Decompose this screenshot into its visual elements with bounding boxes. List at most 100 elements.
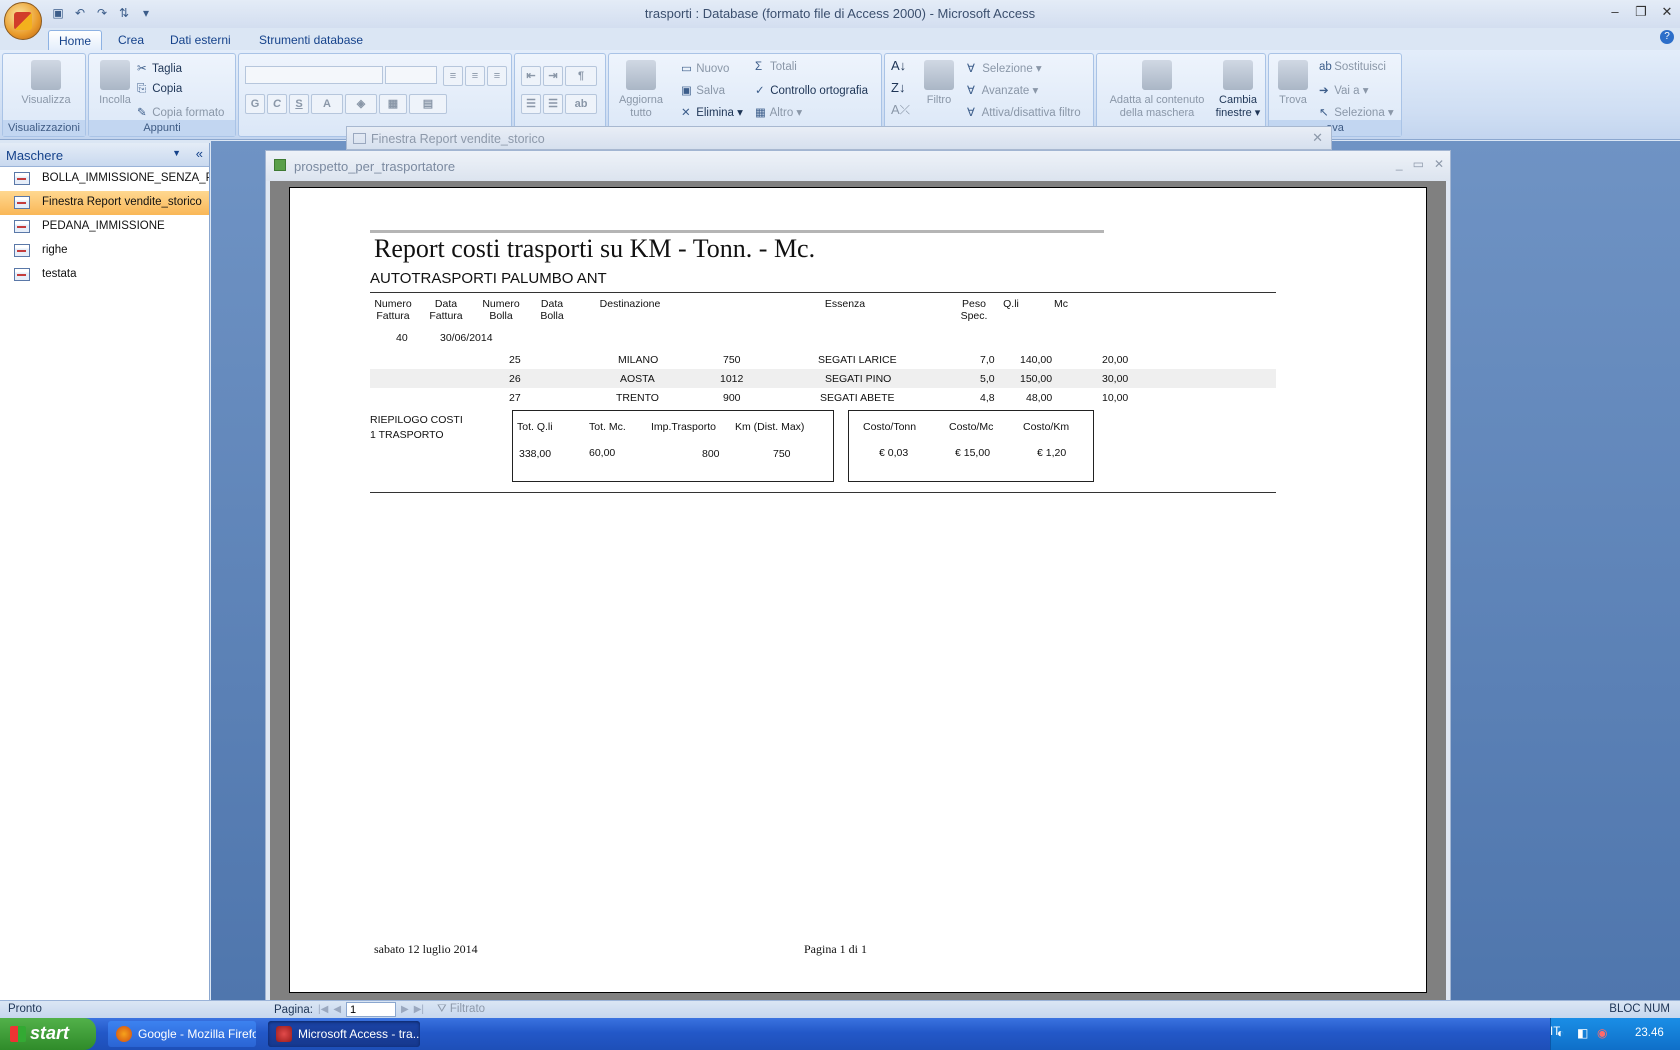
selezione-button[interactable]: ∀ Selezione ▾ bbox=[967, 61, 1042, 75]
first-page-icon[interactable]: |◀ bbox=[318, 1004, 328, 1015]
align-left-icon[interactable]: ≡ bbox=[443, 66, 463, 86]
filtro-button[interactable]: Filtro bbox=[919, 60, 959, 107]
page-number-input[interactable] bbox=[346, 1002, 397, 1017]
fit-form-icon bbox=[1142, 60, 1172, 90]
avanzate-button[interactable]: ∀ Avanzate ▾ bbox=[967, 83, 1038, 97]
clear-sort-icon[interactable]: A⤫ bbox=[891, 102, 910, 118]
alternate-color-icon[interactable]: ▤ bbox=[409, 94, 447, 114]
copy-icon: ⎘ bbox=[137, 83, 147, 95]
minimize-button[interactable]: – bbox=[1602, 0, 1628, 24]
nav-item-pedana-immissione[interactable]: PEDANA_IMMISSIONE bbox=[0, 215, 209, 239]
filter-status[interactable]: ⛛ Filtrato bbox=[437, 1003, 485, 1016]
collapse-pane-icon[interactable]: « bbox=[196, 146, 203, 161]
background-form-window[interactable]: Finestra Report vendite_storico ✕ bbox=[346, 126, 1332, 150]
close-icon[interactable]: ✕ bbox=[1312, 130, 1323, 146]
replace-icon: ab bbox=[1319, 61, 1332, 73]
group-label: Visualizzazioni bbox=[3, 120, 85, 136]
navigation-pane: Maschere ▼ « BOLLA_IMMISSIONE_SENZA_P...… bbox=[0, 143, 210, 1000]
elimina-button[interactable]: ✕ Elimina ▾ bbox=[681, 105, 743, 119]
tab-home[interactable]: Home bbox=[48, 30, 103, 50]
increase-indent-icon[interactable]: ⇥ bbox=[543, 66, 563, 86]
window-title: Finestra Report vendite_storico bbox=[371, 132, 545, 146]
vai-a-button[interactable]: ➔ Vai a ▾ bbox=[1319, 83, 1369, 97]
sostituisci-button[interactable]: ab Sostituisci bbox=[1319, 61, 1386, 73]
visualizza-button[interactable]: Visualizza bbox=[15, 60, 77, 107]
totals-box: Tot. Q.li Tot. Mc. Imp.Trasporto Km (Dis… bbox=[512, 410, 834, 482]
close-button[interactable]: ✕ bbox=[1654, 0, 1680, 24]
align-right-icon[interactable]: ≡ bbox=[487, 66, 507, 86]
highlight-icon[interactable]: ab bbox=[565, 94, 597, 114]
last-page-icon[interactable]: ▶| bbox=[414, 1004, 424, 1015]
prev-page-icon[interactable]: ◀ bbox=[333, 1004, 341, 1015]
chevron-down-icon[interactable]: ▼ bbox=[172, 148, 181, 158]
seleziona-button[interactable]: ↖ Seleziona ▾ bbox=[1319, 105, 1394, 119]
volume-icon[interactable]: ◧ bbox=[1577, 1026, 1588, 1040]
nuovo-button[interactable]: ▭ Nuovo bbox=[681, 61, 729, 75]
minimize-icon[interactable]: _ bbox=[1396, 157, 1403, 171]
toggle-filter-icon: ∀ bbox=[967, 107, 975, 119]
decrease-indent-icon[interactable]: ⇤ bbox=[521, 66, 541, 86]
font-size-combo[interactable] bbox=[385, 66, 437, 84]
nav-item-testata[interactable]: testata bbox=[0, 263, 209, 287]
trova-button[interactable]: Trova bbox=[1273, 60, 1313, 107]
underline-icon[interactable]: S bbox=[289, 94, 309, 114]
italic-icon[interactable]: C bbox=[267, 94, 287, 114]
summary-rule bbox=[370, 492, 1276, 493]
start-button[interactable]: start bbox=[0, 1018, 96, 1050]
align-center-icon[interactable]: ≡ bbox=[465, 66, 485, 86]
form-icon bbox=[353, 133, 366, 144]
adatta-contenuto-button[interactable]: Adatta al contenuto della maschera bbox=[1101, 60, 1213, 120]
task-firefox[interactable]: Google - Mozilla Firefox bbox=[108, 1021, 256, 1047]
controllo-ortografia-button[interactable]: ✓ Controllo ortografia bbox=[755, 83, 868, 97]
sort-descending-icon[interactable]: Z↓ bbox=[891, 80, 905, 95]
numlock-indicator: BLOC NUM bbox=[1609, 1003, 1670, 1015]
selection-filter-icon: ∀ bbox=[967, 63, 975, 75]
nav-pane-header[interactable]: Maschere ▼ « bbox=[0, 143, 209, 167]
refresh-icon bbox=[626, 60, 656, 90]
table-row: 26 AOSTA 1012 SEGATI PINO 5,0 150,00 30,… bbox=[370, 369, 1276, 388]
copia-button[interactable]: ⎘ Copia bbox=[137, 83, 182, 96]
font-color-icon[interactable]: A bbox=[311, 94, 343, 114]
cambia-finestre-button[interactable]: Cambia finestre ▾ bbox=[1213, 60, 1263, 120]
copia-formato-button[interactable]: ✎ Copia formato bbox=[137, 105, 224, 119]
fill-color-icon[interactable]: ◈ bbox=[345, 94, 377, 114]
tab-dati-esterni[interactable]: Dati esterni bbox=[160, 30, 241, 50]
nav-item-bolla-immissione[interactable]: BOLLA_IMMISSIONE_SENZA_P... bbox=[0, 167, 209, 191]
aggiorna-tutto-button[interactable]: Aggiorna tutto bbox=[613, 60, 669, 120]
page-navigator: Pagina: |◀ ◀ ▶ ▶| ⛛ Filtrato bbox=[274, 1002, 485, 1017]
incolla-button[interactable]: Incolla bbox=[93, 60, 137, 107]
office-button[interactable] bbox=[4, 2, 42, 40]
maximize-icon[interactable]: ▭ bbox=[1413, 157, 1424, 171]
tab-crea[interactable]: Crea bbox=[108, 30, 154, 50]
bold-icon[interactable]: G bbox=[245, 94, 265, 114]
font-name-combo[interactable] bbox=[245, 66, 383, 84]
totali-button[interactable]: Σ Totali bbox=[755, 61, 797, 73]
form-icon bbox=[14, 220, 30, 233]
altro-button[interactable]: ▦ Altro ▾ bbox=[755, 105, 802, 119]
status-text: Pronto bbox=[8, 1003, 42, 1015]
report-preview-area[interactable]: Report costi trasporti su KM - Tonn. - M… bbox=[270, 181, 1446, 1003]
help-icon[interactable]: ? bbox=[1660, 30, 1674, 44]
gridlines-icon[interactable]: ▦ bbox=[379, 94, 407, 114]
next-page-icon[interactable]: ▶ bbox=[401, 1004, 409, 1015]
nav-item-righe[interactable]: righe bbox=[0, 239, 209, 263]
col-qli: Q.li bbox=[1003, 298, 1019, 310]
numbered-list-icon[interactable]: ☰ bbox=[521, 94, 541, 114]
taglia-button[interactable]: ✂ Taglia bbox=[137, 61, 182, 75]
nav-item-finestra-report[interactable]: Finestra Report vendite_storico bbox=[0, 191, 209, 215]
tab-strumenti-database[interactable]: Strumenti database bbox=[249, 30, 373, 50]
language-indicator[interactable]: IT bbox=[1550, 1026, 1560, 1038]
windows-logo-icon bbox=[10, 1026, 26, 1042]
salva-button[interactable]: ▣ Salva bbox=[681, 83, 725, 97]
title-rule bbox=[370, 230, 1104, 233]
antivirus-icon[interactable]: ◉ bbox=[1597, 1026, 1607, 1040]
attiva-filtro-button[interactable]: ∀ Attiva/disattiva filtro bbox=[967, 105, 1081, 119]
task-access[interactable]: Microsoft Access - tra... bbox=[268, 1021, 420, 1047]
bullet-list-icon[interactable]: ☰ bbox=[543, 94, 563, 114]
sort-ascending-icon[interactable]: A↓ bbox=[891, 58, 906, 73]
report-window-titlebar[interactable]: prospetto_per_trasportatore _ ▭ ✕ bbox=[266, 151, 1450, 181]
clock[interactable]: 23.46 bbox=[1635, 1027, 1664, 1039]
paragraph-icon[interactable]: ¶ bbox=[565, 66, 597, 86]
maximize-button[interactable]: ❐ bbox=[1628, 0, 1654, 24]
close-icon[interactable]: ✕ bbox=[1434, 157, 1444, 171]
